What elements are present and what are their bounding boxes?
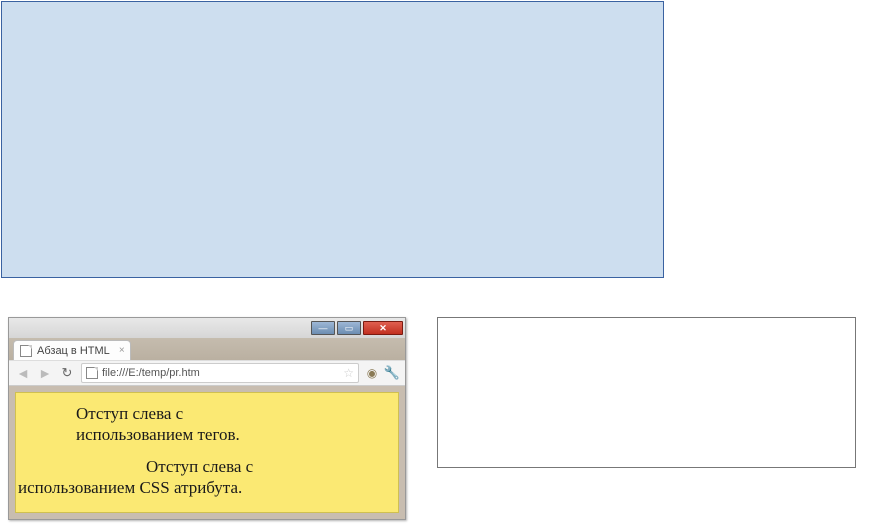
paragraph-text: Отступ слева с bbox=[146, 457, 253, 476]
eye-icon[interactable]: ◉ bbox=[365, 366, 379, 380]
right-placeholder-box bbox=[437, 317, 856, 468]
top-placeholder-box bbox=[1, 1, 664, 278]
back-button[interactable]: ◄ bbox=[15, 365, 31, 381]
paragraph-text: использованием тегов. bbox=[76, 425, 240, 444]
page-content: Отступ слева с использованием тегов. Отс… bbox=[15, 392, 399, 513]
paragraph-text: использованием CSS атрибута. bbox=[18, 478, 242, 497]
url-text: file:///E:/temp/pr.htm bbox=[102, 367, 339, 379]
tab-strip: Абзац в HTML × bbox=[9, 338, 405, 360]
toolbar: ◄ ► ↻ file:///E:/temp/pr.htm ☆ ◉ 🔧 bbox=[9, 360, 405, 386]
window-titlebar: — ▭ ✕ bbox=[9, 318, 405, 338]
wrench-icon[interactable]: 🔧 bbox=[385, 366, 399, 380]
paragraph-text: Отступ слева с bbox=[76, 404, 183, 423]
minimize-icon: — bbox=[319, 323, 328, 333]
window-close-button[interactable]: ✕ bbox=[363, 321, 403, 335]
close-icon: ✕ bbox=[379, 323, 387, 334]
window-minimize-button[interactable]: — bbox=[311, 321, 335, 335]
tab-close-icon[interactable]: × bbox=[119, 345, 125, 356]
page-icon bbox=[20, 345, 32, 357]
maximize-icon: ▭ bbox=[345, 323, 354, 334]
bookmark-star-icon[interactable]: ☆ bbox=[343, 366, 354, 380]
forward-button[interactable]: ► bbox=[37, 365, 53, 381]
address-bar[interactable]: file:///E:/temp/pr.htm ☆ bbox=[81, 363, 359, 383]
tab-title: Абзац в HTML bbox=[37, 345, 110, 357]
window-maximize-button[interactable]: ▭ bbox=[337, 321, 361, 335]
reload-button[interactable]: ↻ bbox=[59, 365, 75, 381]
page-icon bbox=[86, 367, 98, 379]
paragraph-tags-indent: Отступ слева с использованием тегов. bbox=[18, 403, 394, 446]
tab-active[interactable]: Абзац в HTML × bbox=[13, 340, 131, 360]
browser-window: — ▭ ✕ Абзац в HTML × ◄ ► ↻ file:///E:/te… bbox=[8, 317, 406, 520]
paragraph-css-indent: Отступ слева с использованием CSS атрибу… bbox=[18, 456, 394, 499]
